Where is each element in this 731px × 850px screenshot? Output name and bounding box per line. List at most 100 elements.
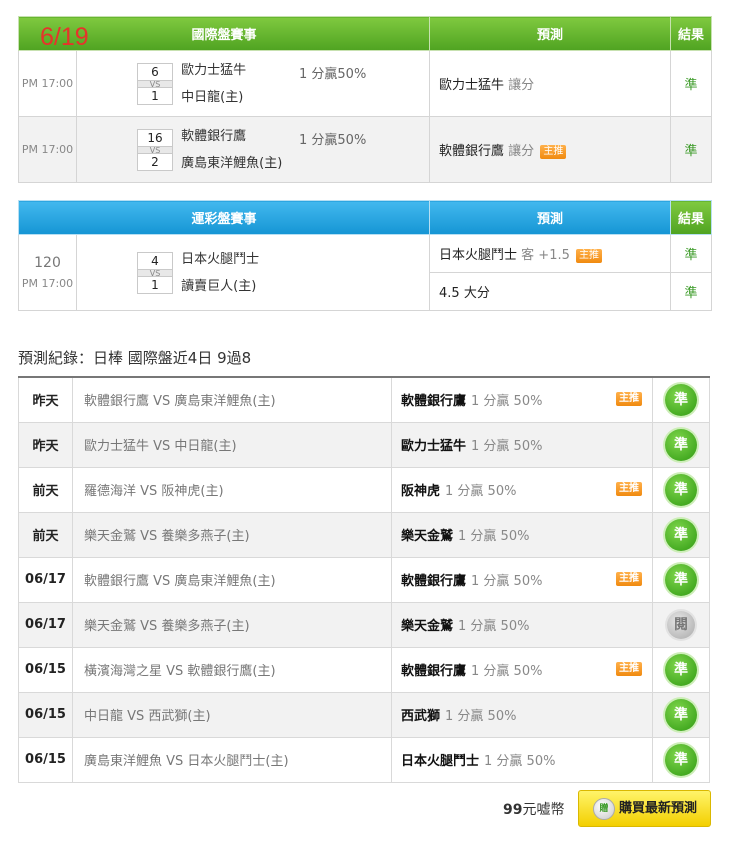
history-match: 中日龍 VS 西武獅(主) bbox=[72, 691, 392, 738]
pick-line: 1 分贏 50% bbox=[471, 394, 543, 410]
intl-table: 國際盤賽事 預測 結果 PM 17:00 6 VS 1 歐力士猛牛 中日龍(主)… bbox=[17, 16, 713, 183]
history-pick: 軟體銀行鷹 1 分贏 50% 主推 bbox=[391, 376, 653, 423]
history-table: 昨天 軟體銀行鷹 VS 廣島東洋鯉魚(主) 軟體銀行鷹 1 分贏 50% 主推準昨天 歐力… bbox=[18, 376, 710, 783]
history-date: 06/17 bbox=[18, 601, 73, 648]
history-date: 前天 bbox=[18, 511, 73, 558]
score-box: 16 VS 2 bbox=[137, 128, 173, 171]
pick-line: 1 分贏 50% bbox=[445, 709, 517, 724]
result-badge: 準 bbox=[665, 473, 697, 506]
history-date: 昨天 bbox=[18, 376, 73, 423]
team-top: 歐力士猛牛 bbox=[181, 62, 247, 78]
match-time-cell: 120 PM 17:00 bbox=[18, 234, 77, 311]
pick-line: 1 分贏 50% bbox=[445, 484, 517, 499]
prediction: 4.5 大分 bbox=[429, 272, 672, 311]
main-pick-tag: 主推 bbox=[616, 571, 642, 586]
lottery-header-predict: 預測 bbox=[429, 200, 672, 235]
history-date: 06/15 bbox=[18, 691, 73, 738]
pick-line: 1 分贏 50% bbox=[471, 664, 543, 679]
pick-team: 日本火腿鬥士 bbox=[401, 754, 480, 769]
history-pick: 樂天金鷲 1 分贏 50% bbox=[391, 601, 653, 648]
gift-coin-icon: 贈 bbox=[593, 798, 615, 820]
result-badge: 準 bbox=[665, 653, 697, 686]
lottery-header-event: 運彩盤賽事 bbox=[17, 200, 431, 235]
vs-label: VS bbox=[138, 145, 172, 154]
team-bottom: 中日龍(主) bbox=[181, 89, 244, 105]
intl-header-result: 結果 bbox=[670, 16, 713, 51]
result-badge: 閱 bbox=[667, 610, 695, 639]
history-row: 06/15 中日龍 VS 西武獅(主) 西武獅 1 分贏 50% 準 bbox=[18, 691, 710, 738]
main-pick-tag: 主推 bbox=[616, 661, 642, 676]
match-time: PM 17:00 bbox=[21, 277, 74, 290]
pick-line: 1 分贏 50% bbox=[471, 574, 543, 589]
history-row: 前天 羅德海洋 VS 阪神虎(主) 阪神虎 1 分贏 50% 主推 準 bbox=[18, 466, 710, 513]
match-time: PM 17:00 bbox=[18, 116, 77, 183]
score-bottom: 1 bbox=[151, 88, 159, 103]
score-top: 4 bbox=[151, 253, 159, 268]
history-date: 06/17 bbox=[18, 556, 73, 603]
pred-team: 日本火腿鬥士 bbox=[439, 248, 518, 263]
history-pick: 軟體銀行鷹 1 分贏 50% 主推 bbox=[391, 556, 653, 603]
history-result: 準 bbox=[652, 376, 710, 423]
history-result: 準 bbox=[652, 421, 710, 468]
history-match: 廣島東洋鯉魚 VS 日本火腿鬥士(主) bbox=[72, 736, 392, 783]
pick-team: 軟體銀行鷹 bbox=[401, 574, 467, 589]
pick-team: 軟體銀行鷹 bbox=[401, 664, 467, 679]
pick-line: 1 分贏 50% bbox=[458, 529, 530, 544]
history-body: 昨天 軟體銀行鷹 VS 廣島東洋鯉魚(主) 軟體銀行鷹 1 分贏 50% 主推準昨天 歐力… bbox=[18, 376, 710, 783]
pick-line: 1 分贏 50% bbox=[484, 754, 556, 769]
result-badge: 準 bbox=[665, 563, 697, 596]
history-date: 06/15 bbox=[18, 646, 73, 693]
prediction: 日本火腿鬥士 客 +1.5 主推 bbox=[429, 234, 672, 273]
date-label: 6/19 bbox=[40, 23, 89, 51]
main-pick-tag: 主推 bbox=[576, 249, 603, 263]
team-top: 日本火腿鬥士 bbox=[181, 251, 260, 267]
lottery-table: 運彩盤賽事 預測 結果 120 PM 17:00 4 VS 1 日本火腿鬥士 讀… bbox=[17, 200, 713, 311]
match-cell: 4 VS 1 日本火腿鬥士 讀賣巨人(主) bbox=[75, 234, 431, 311]
buy-latest-prediction-button[interactable]: 贈 購買最新預測 bbox=[578, 790, 711, 827]
history-pick: 西武獅 1 分贏 50% bbox=[391, 691, 653, 738]
history-result: 準 bbox=[652, 556, 710, 603]
history-row: 06/15 橫濱海灣之星 VS 軟體銀行鷹(主) 軟體銀行鷹 1 分贏 50% 主推 準 bbox=[18, 646, 710, 693]
vs-label: VS bbox=[138, 268, 172, 277]
pick-team: 阪神虎 bbox=[401, 484, 441, 499]
result: 準 bbox=[670, 272, 713, 311]
result: 準 bbox=[670, 116, 713, 183]
history-pick: 日本火腿鬥士 1 分贏 50% bbox=[391, 736, 653, 783]
history-date: 06/15 bbox=[18, 736, 73, 783]
pick-team: 歐力士猛牛 bbox=[401, 439, 467, 454]
main-pick-tag: 主推 bbox=[616, 481, 642, 496]
history-row: 06/17 軟體銀行鷹 VS 廣島東洋鯉魚(主) 軟體銀行鷹 1 分贏 50% 主推 準 bbox=[18, 556, 710, 603]
history-result: 準 bbox=[652, 511, 710, 558]
history-row: 昨天 軟體銀行鷹 VS 廣島東洋鯉魚(主) 軟體銀行鷹 1 分贏 50% 主推 準 bbox=[18, 376, 710, 423]
history-match: 羅德海洋 VS 阪神虎(主) bbox=[72, 466, 392, 513]
history-match: 橫濱海灣之星 VS 軟體銀行鷹(主) bbox=[72, 646, 392, 693]
pred-type: 讓分 bbox=[508, 144, 535, 159]
history-match: 軟體銀行鷹 VS 廣島東洋鯉魚(主) bbox=[72, 376, 392, 423]
main-pick-tag: 主推 bbox=[616, 392, 642, 406]
main-pick-tag: 主推 bbox=[540, 145, 567, 159]
match-time: PM 17:00 bbox=[18, 50, 77, 117]
match-cell: 6 VS 1 歐力士猛牛 中日龍(主) 1 分贏50% bbox=[75, 50, 431, 117]
history-result: 準 bbox=[652, 646, 710, 693]
history-row: 06/17 樂天金鷲 VS 養樂多燕子(主) 樂天金鷲 1 分贏 50% 閱 bbox=[18, 601, 710, 648]
team-bottom: 廣島東洋鯉魚(主) bbox=[181, 155, 283, 171]
teams: 軟體銀行鷹 廣島東洋鯉魚(主) bbox=[181, 123, 282, 177]
history-pick: 歐力士猛牛 1 分贏 50% bbox=[391, 421, 653, 468]
history-date: 前天 bbox=[18, 466, 73, 513]
history-pick: 軟體銀行鷹 1 分贏 50% 主推 bbox=[391, 646, 653, 693]
pick-team: 樂天金鷲 bbox=[401, 529, 454, 544]
intl-header-predict: 預測 bbox=[429, 16, 672, 51]
game-number: 120 bbox=[34, 255, 61, 271]
history-match: 樂天金鷲 VS 養樂多燕子(主) bbox=[72, 601, 392, 648]
price-amount: 99 bbox=[503, 802, 523, 818]
match-cell: 16 VS 2 軟體銀行鷹 廣島東洋鯉魚(主) 1 分贏50% bbox=[75, 116, 431, 183]
pick-line: 1 分贏 50% bbox=[471, 439, 543, 454]
pick-team: 軟體銀行鷹 bbox=[401, 394, 467, 410]
history-row: 前天 樂天金鷲 VS 養樂多燕子(主) 樂天金鷲 1 分贏 50% 準 bbox=[18, 511, 710, 558]
buy-button-label: 購買最新預測 bbox=[619, 801, 698, 816]
history-match: 樂天金鷲 VS 養樂多燕子(主) bbox=[72, 511, 392, 558]
result-badge: 準 bbox=[665, 428, 697, 461]
history-row: 昨天 歐力士猛牛 VS 中日龍(主) 歐力士猛牛 1 分贏 50% 準 bbox=[18, 421, 710, 468]
history-date: 昨天 bbox=[18, 421, 73, 468]
score-top: 6 bbox=[151, 64, 159, 79]
